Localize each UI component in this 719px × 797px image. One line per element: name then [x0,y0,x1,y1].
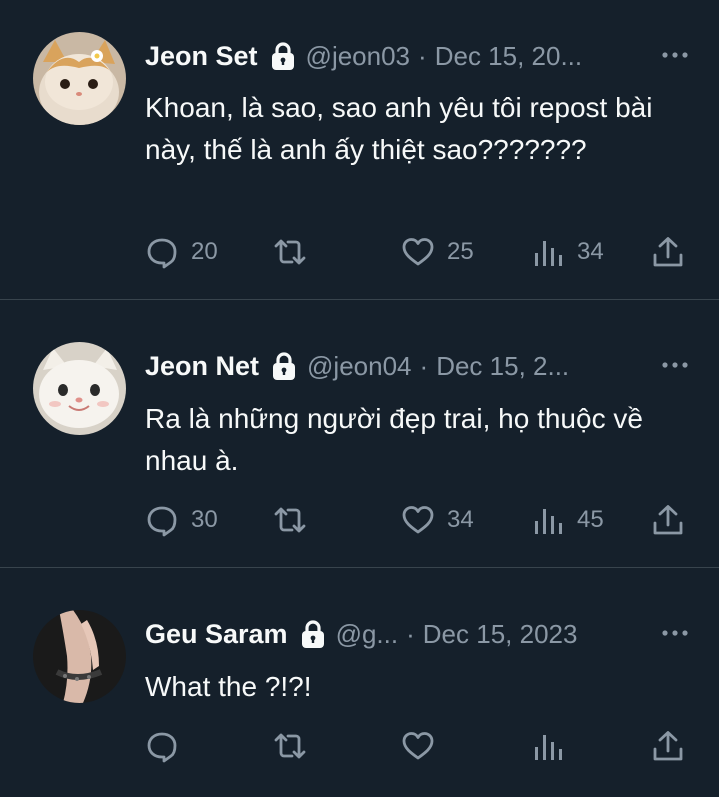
retweet-button[interactable] [273,234,319,270]
lock-icon [270,41,296,71]
display-name[interactable]: Geu Saram [145,619,288,650]
display-name[interactable]: Jeon Set [145,41,258,72]
separator-dot: · [406,618,415,649]
lock-icon [300,619,326,649]
like-button[interactable] [401,728,447,764]
tweet[interactable]: Jeon Set @jeon03 · Dec 15, 20... Khoan, … [0,0,719,299]
share-icon [651,503,685,537]
views-button[interactable] [531,728,577,764]
views-count: 34 [577,238,604,265]
handle[interactable]: @jeon03 [306,41,410,72]
views-icon [531,503,565,537]
more-icon[interactable] [661,628,689,638]
tweet-text: Khoan, là sao, sao anh yêu tôi repost bà… [145,92,653,165]
share-button[interactable] [651,728,685,764]
tweet-header: Jeon Net @jeon04 · Dec 15, 2... [145,346,689,386]
more-icon[interactable] [661,360,689,370]
tweet-text: What the ?!?! [145,671,312,702]
like-icon [401,729,435,763]
reply-icon [145,503,179,537]
retweet-icon [273,235,307,269]
views-icon [531,729,565,763]
retweet-button[interactable] [273,728,319,764]
like-icon [401,503,435,537]
share-button[interactable] [651,502,685,538]
retweet-icon [273,729,307,763]
tweet-header: Geu Saram @g... · Dec 15, 2023 [145,614,689,654]
like-count: 34 [447,506,474,533]
tweet-actions [145,728,690,764]
reply-button[interactable]: 30 [145,502,218,538]
reply-count: 20 [191,238,218,265]
views-icon [531,235,565,269]
lock-icon [271,351,297,381]
tweet-actions: 20 25 34 [145,234,690,270]
timestamp[interactable]: Dec 15, 2023 [423,619,578,650]
share-icon [651,235,685,269]
reply-button[interactable]: 20 [145,234,218,270]
separator-dot: · [419,350,429,381]
tweet-text: Ra là những người đẹp trai, họ thuộc về … [145,403,643,476]
retweet-button[interactable] [273,502,319,538]
like-button[interactable]: 34 [401,502,474,538]
handle[interactable]: @jeon04 [307,351,411,382]
like-count: 25 [447,238,474,265]
views-button[interactable]: 34 [531,234,604,270]
share-icon [651,729,685,763]
share-button[interactable] [651,234,685,270]
views-button[interactable]: 45 [531,502,604,538]
timestamp[interactable]: Dec 15, 2... [436,351,569,382]
tweet-header: Jeon Set @jeon03 · Dec 15, 20... [145,36,689,76]
tweet[interactable]: Geu Saram @g... · Dec 15, 2023 What the … [0,568,719,797]
reply-button[interactable] [145,728,191,764]
separator-dot: · [418,40,427,71]
reply-count: 30 [191,506,218,533]
display-name[interactable]: Jeon Net [145,351,259,382]
timeline-feed: Jeon Set @jeon03 · Dec 15, 20... Khoan, … [0,0,719,797]
avatar[interactable] [33,610,126,703]
avatar[interactable] [33,32,126,125]
tweet-actions: 30 34 45 [145,502,690,538]
views-count: 45 [577,506,604,533]
tweet[interactable]: Jeon Net @jeon04 · Dec 15, 2... Ra là nh… [0,300,719,567]
more-icon[interactable] [661,50,689,60]
reply-icon [145,235,179,269]
retweet-icon [273,503,307,537]
avatar[interactable] [33,342,126,435]
handle[interactable]: @g... [336,619,399,650]
like-icon [401,235,435,269]
reply-icon [145,729,179,763]
like-button[interactable]: 25 [401,234,474,270]
timestamp[interactable]: Dec 15, 20... [435,41,582,72]
